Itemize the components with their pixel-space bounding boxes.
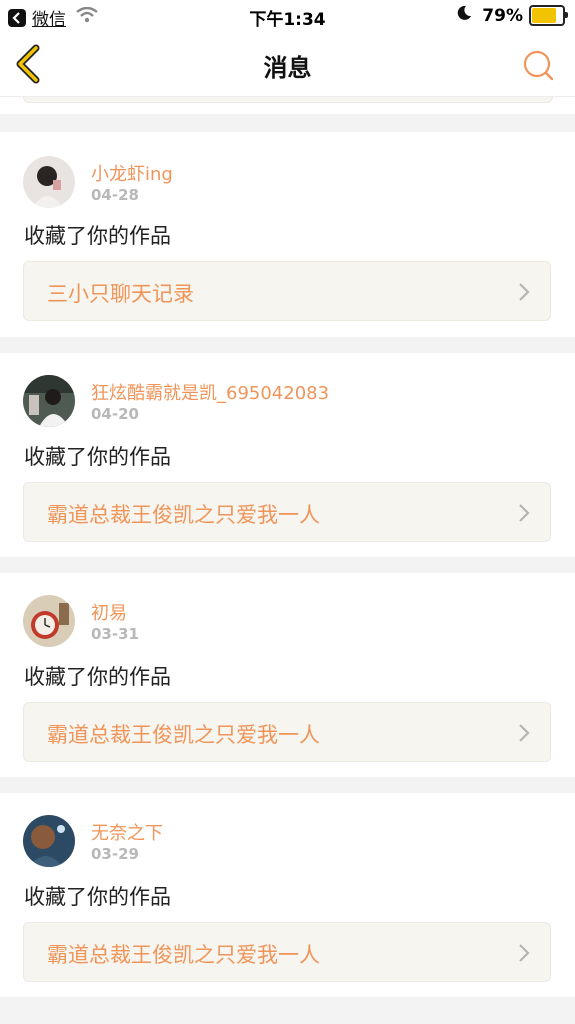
- divider: [0, 997, 575, 1024]
- navigation-bar: 消息: [0, 34, 575, 97]
- work-title: 霸道总裁王俊凯之只爱我一人: [47, 943, 320, 967]
- status-bar: 微信 下午1:34 79%: [0, 0, 575, 34]
- user-name[interactable]: 初易: [91, 599, 127, 625]
- user-name[interactable]: 无奈之下: [91, 819, 163, 845]
- user-name[interactable]: 狂炫酷霸就是凯_695042083: [91, 379, 329, 405]
- chevron-right-icon: [519, 283, 530, 301]
- notification-date: 03-29: [91, 845, 139, 863]
- user-avatar[interactable]: [23, 815, 75, 867]
- notification-card: 无奈之下 03-29 收藏了你的作品 霸道总裁王俊凯之只爱我一人: [0, 793, 575, 997]
- battery-icon: [529, 5, 568, 26]
- work-link[interactable]: 三小只聊天记录: [23, 261, 551, 321]
- battery-level: [532, 8, 556, 23]
- notification-date: 04-28: [91, 186, 139, 204]
- work-title: 三小只聊天记录: [47, 282, 194, 306]
- action-text: 收藏了你的作品: [24, 445, 171, 469]
- divider: [0, 114, 575, 132]
- notification-card: 初易 03-31 收藏了你的作品 霸道总裁王俊凯之只爱我一人: [0, 573, 575, 777]
- page-title: 消息: [263, 54, 312, 82]
- search-button[interactable]: [521, 48, 555, 82]
- divider: [0, 777, 575, 793]
- work-link[interactable]: 霸道总裁王俊凯之只爱我一人: [23, 482, 551, 542]
- action-text: 收藏了你的作品: [24, 665, 171, 689]
- user-avatar[interactable]: [23, 595, 75, 647]
- work-title: 霸道总裁王俊凯之只爱我一人: [47, 723, 320, 747]
- previous-work-link[interactable]: [23, 97, 553, 103]
- user-name[interactable]: 小龙虾ing: [91, 160, 173, 186]
- work-title: 霸道总裁王俊凯之只爱我一人: [47, 503, 320, 527]
- user-avatar[interactable]: [23, 156, 75, 208]
- action-text: 收藏了你的作品: [24, 885, 171, 909]
- work-link[interactable]: 霸道总裁王俊凯之只爱我一人: [23, 922, 551, 982]
- notification-date: 04-20: [91, 405, 139, 423]
- status-right: 79%: [456, 5, 568, 26]
- divider: [0, 557, 575, 573]
- moon-icon: [456, 5, 472, 26]
- notification-feed[interactable]: 小龙虾ing 04-28 收藏了你的作品 三小只聊天记录 狂炫酷霸就是凯_695…: [0, 97, 575, 1024]
- notification-date: 03-31: [91, 625, 139, 643]
- notification-card: 狂炫酷霸就是凯_695042083 04-20 收藏了你的作品 霸道总裁王俊凯之…: [0, 353, 575, 557]
- battery-percentage: 79%: [482, 5, 523, 26]
- action-text: 收藏了你的作品: [24, 224, 171, 248]
- notification-card: 小龙虾ing 04-28 收藏了你的作品 三小只聊天记录: [0, 132, 575, 337]
- user-avatar[interactable]: [23, 375, 75, 427]
- chevron-right-icon: [519, 504, 530, 522]
- work-link[interactable]: 霸道总裁王俊凯之只爱我一人: [23, 702, 551, 762]
- search-icon: [523, 50, 554, 81]
- chevron-right-icon: [519, 724, 530, 742]
- divider: [0, 337, 575, 353]
- chevron-right-icon: [519, 944, 530, 962]
